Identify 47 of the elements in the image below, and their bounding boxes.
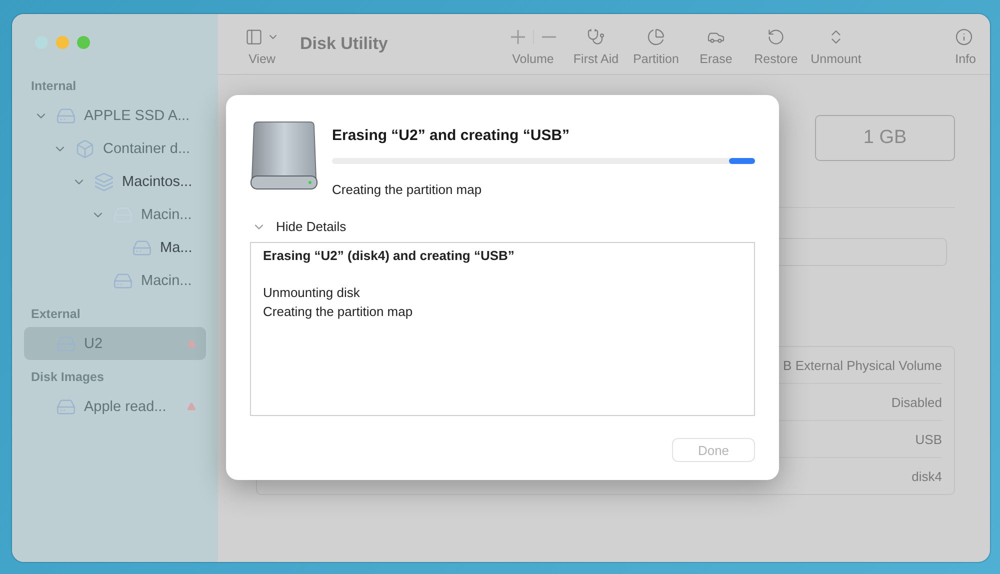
info-icon bbox=[955, 28, 973, 46]
toolbar-button[interactable]: Volume bbox=[500, 28, 566, 66]
sidebar-item[interactable]: U2 bbox=[24, 327, 206, 360]
plus-icon bbox=[510, 30, 524, 44]
rotate-icon bbox=[767, 28, 785, 46]
pie-icon bbox=[647, 28, 665, 46]
stethoscope-icon bbox=[587, 28, 605, 46]
cube-icon bbox=[75, 138, 95, 158]
sheet-title: Erasing “U2” and creating “USB” bbox=[332, 127, 571, 144]
table-cell: USB bbox=[915, 432, 942, 446]
status-text: Creating the partition map bbox=[332, 182, 483, 197]
section-title: External bbox=[31, 307, 82, 321]
toolbar-button[interactable]: Restore bbox=[746, 28, 806, 66]
sidebar-icon bbox=[245, 28, 263, 46]
section-title: Disk Images bbox=[31, 370, 105, 384]
toolbar-button[interactable]: Partition bbox=[626, 28, 686, 66]
view-button[interactable]: View bbox=[242, 28, 282, 66]
sidebar-item[interactable]: Apple read... bbox=[24, 390, 206, 423]
toolbar-button[interactable]: First Aid bbox=[566, 28, 626, 66]
toolbar-button[interactable]: Info bbox=[866, 28, 976, 66]
zoom-button[interactable] bbox=[77, 36, 90, 49]
details-toggle[interactable]: Hide Details bbox=[276, 219, 346, 234]
drive-icon bbox=[132, 238, 152, 258]
drive-icon bbox=[56, 396, 76, 416]
external-drive-icon bbox=[250, 120, 318, 192]
log-line: Creating the partition map bbox=[263, 303, 414, 321]
table-cell: B External Physical Volume bbox=[783, 358, 942, 372]
sidebar-item[interactable]: Macin... bbox=[24, 264, 206, 297]
window-title: Disk Utility bbox=[300, 34, 389, 54]
minus-icon bbox=[542, 36, 556, 38]
table-cell: disk4 bbox=[912, 468, 942, 484]
log-line: Unmounting disk bbox=[263, 284, 361, 302]
section-title: Internal bbox=[31, 79, 78, 93]
sidebar-item[interactable]: Macintos... bbox=[24, 165, 206, 198]
sidebar-item[interactable]: APPLE SSD A... bbox=[24, 99, 206, 132]
drive-icon bbox=[56, 106, 76, 126]
toolbar-button[interactable]: Erase bbox=[686, 28, 746, 66]
log-line: Erasing “U2” (disk4) and creating “USB” bbox=[263, 247, 516, 265]
table-cell: Disabled bbox=[891, 394, 942, 410]
sidebar-item[interactable]: Container d... bbox=[24, 132, 206, 165]
sidebar-item[interactable]: Ma... bbox=[24, 231, 206, 264]
sidebar-item[interactable]: Macin... bbox=[24, 198, 206, 231]
drive-icon bbox=[113, 270, 133, 290]
capacity-field: 1 GB bbox=[815, 115, 955, 161]
layers-icon bbox=[94, 172, 114, 192]
toolbar-button[interactable]: Unmount bbox=[806, 28, 866, 66]
eject-icon[interactable] bbox=[187, 402, 196, 411]
